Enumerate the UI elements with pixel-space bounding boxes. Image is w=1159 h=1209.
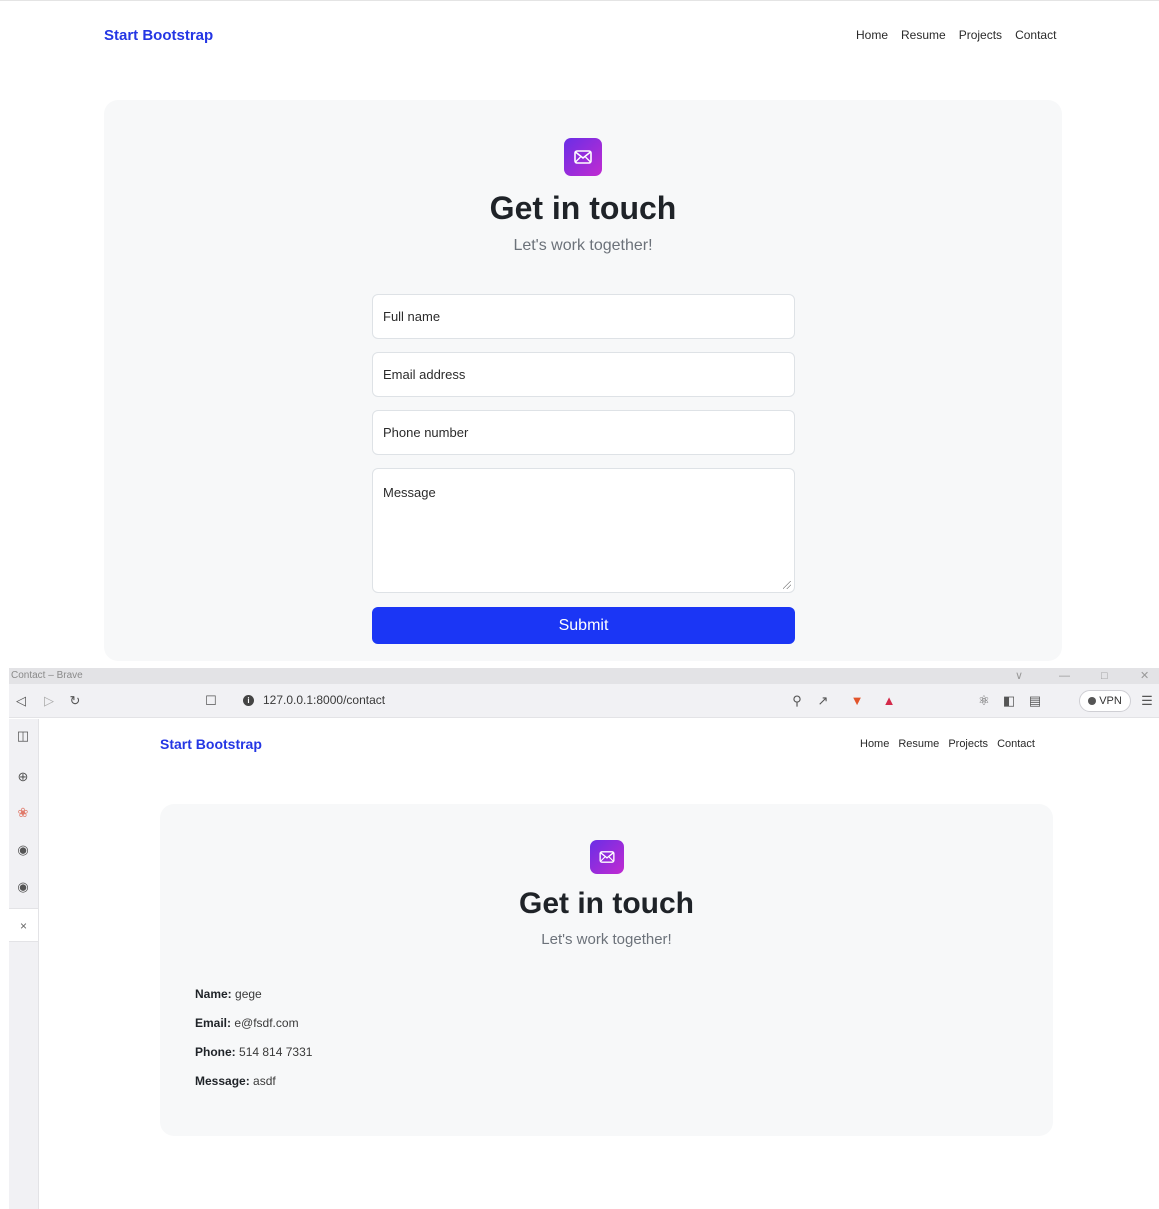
name-value: gege [235,987,262,1001]
brand-logo[interactable]: Start Bootstrap [104,27,213,44]
full-name-placeholder: Full name [383,309,441,324]
main-nav-result: Home Resume Projects Contact [860,738,1035,750]
nav-projects-result[interactable]: Projects [948,738,988,750]
reload-icon[interactable]: ↻ [65,691,85,711]
brave-shields-icon[interactable]: ▼ [847,691,867,711]
phone-field[interactable]: Phone number [372,410,795,455]
nav-projects[interactable]: Projects [959,28,1002,42]
envelope-icon-result [590,840,624,874]
close-icon[interactable]: ✕ [1140,668,1149,684]
name-label: Name: [195,987,232,1001]
submitted-message: Message: asdf [195,1074,276,1088]
email-label: Email: [195,1016,232,1030]
nav-home-result[interactable]: Home [860,738,889,750]
window-titlebar: Contact – Brave [9,668,1159,684]
contact-form-page: Start Bootstrap Home Resume Projects Con… [0,0,1159,661]
message-value: asdf [253,1074,276,1088]
sidebar-panel-icon[interactable]: ◫ [12,725,34,747]
envelope-icon [564,138,602,176]
bookmark-icon[interactable]: ☐ [201,691,221,711]
nav-contact-result[interactable]: Contact [997,738,1035,750]
result-subtitle: Let's work together! [541,931,672,948]
site-info-icon[interactable]: i [243,695,254,706]
back-icon[interactable]: ◁ [11,691,31,711]
phone-label: Phone: [195,1045,236,1059]
vpn-button[interactable]: VPN [1079,690,1131,712]
phone-value: 514 814 7331 [239,1045,313,1059]
submitted-name: Name: gege [195,987,262,1001]
phone-placeholder: Phone number [383,425,469,440]
submit-button[interactable]: Submit [372,607,795,644]
app-icon[interactable]: ❀ [12,802,34,824]
url-text[interactable]: 127.0.0.1:8000/contact [263,693,385,707]
resize-handle-icon[interactable] [783,581,791,589]
sidebar-close-icon[interactable]: × [9,908,38,942]
window-title: Contact – Brave [11,670,83,681]
nav-resume[interactable]: Resume [901,28,946,42]
full-name-field[interactable]: Full name [372,294,795,339]
nav-home[interactable]: Home [856,28,888,42]
nav-resume-result[interactable]: Resume [898,738,939,750]
brand-logo-result[interactable]: Start Bootstrap [160,736,262,752]
page-title: Get in touch [489,190,677,226]
email-placeholder: Email address [383,367,466,382]
share-icon[interactable]: ↗ [813,691,833,711]
vpn-label: VPN [1099,695,1122,707]
email-value: e@fsdf.com [234,1016,299,1030]
browser-sidebar: ◫ ⊕ ❀ ◉ ◉ × [9,719,39,1209]
vpn-icon [1088,697,1097,705]
restore-icon[interactable]: □ [1101,668,1108,684]
sidebar-toggle-icon[interactable]: ◧ [999,691,1019,711]
address-bar[interactable]: i 127.0.0.1:8000/contact [233,689,913,713]
chevron-down-icon[interactable]: ∨ [1015,668,1023,684]
forward-icon[interactable]: ▷ [39,691,59,711]
wallet-icon[interactable]: ▤ [1025,691,1045,711]
result-card: Get in touch Let's work together! [160,804,1053,1136]
email-field[interactable]: Email address [372,352,795,397]
globe-icon[interactable]: ⊕ [12,766,34,788]
submitted-phone: Phone: 514 814 7331 [195,1045,312,1059]
web-icon-1[interactable]: ◉ [12,839,34,861]
page-subtitle: Let's work together! [513,237,653,254]
message-placeholder: Message [383,485,436,500]
brave-rewards-icon[interactable]: ▲ [879,691,899,711]
message-label: Message: [195,1074,250,1088]
extensions-icon[interactable]: ⚛ [974,691,994,711]
minimize-icon[interactable]: — [1059,668,1070,684]
main-nav: Home Resume Projects Contact [856,28,1056,42]
submitted-email: Email: e@fsdf.com [195,1016,299,1030]
zoom-icon[interactable]: ⚲ [787,691,807,711]
menu-icon[interactable]: ☰ [1137,691,1157,711]
web-icon-2[interactable]: ◉ [12,876,34,898]
result-title: Get in touch [519,887,694,920]
message-field[interactable]: Message [372,468,795,593]
nav-contact[interactable]: Contact [1015,28,1056,42]
browser-toolbar: ◁ ▷ ↻ ☐ i 127.0.0.1:8000/contact ⚲ ↗ ▼ ▲… [9,684,1159,718]
